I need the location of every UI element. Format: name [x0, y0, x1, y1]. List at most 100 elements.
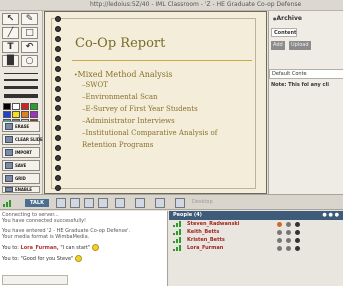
chat-message: Your media format is WimbaMedia.: [2, 234, 90, 240]
chat-input[interactable]: [2, 275, 68, 285]
hand-raise-icon[interactable]: [84, 198, 94, 208]
people-header: People (4) ● ● ●: [169, 211, 343, 220]
status-icon: [286, 221, 291, 227]
folder-note: Note: This fol any cli: [271, 82, 329, 88]
people-panel: People (4) ● ● ● Steven_Radwanski Keith_…: [169, 211, 343, 286]
smiley-icon: [74, 255, 82, 262]
status-icon: [295, 237, 300, 243]
toolbar-row-4: █ ○: [2, 55, 40, 67]
status-icon: [286, 237, 291, 243]
ring-icon: [55, 105, 61, 112]
import-icon: [5, 149, 13, 156]
color-swatch[interactable]: [30, 111, 38, 118]
binder-rings: [55, 16, 63, 191]
shape-icon[interactable]: □: [21, 27, 38, 39]
talk-button[interactable]: TALK: [25, 199, 49, 207]
ring-icon: [55, 95, 61, 102]
ring-icon: [55, 155, 61, 162]
archive-radio[interactable]: Archive: [273, 15, 302, 22]
participant-row[interactable]: Kristen_Betts: [169, 236, 343, 244]
color-swatch[interactable]: [30, 103, 38, 110]
add-button[interactable]: Add: [271, 41, 285, 50]
status-icon: [277, 221, 282, 227]
status-icon: [277, 229, 282, 235]
signal-icon: [173, 221, 183, 227]
clear-icon: [5, 136, 13, 143]
participant-row[interactable]: Keith_Betts: [169, 228, 343, 236]
title-divider: [72, 60, 252, 61]
color-swatch[interactable]: [21, 111, 29, 118]
line-width-thick[interactable]: [4, 86, 38, 89]
ring-icon: [55, 135, 61, 142]
grid-button[interactable]: GRID: [2, 173, 40, 184]
ring-icon: [55, 55, 61, 62]
keyboard-icon[interactable]: [135, 198, 145, 208]
chat-message: You to: Lora_Furman, "I can start": [2, 244, 165, 251]
presentation-slide[interactable]: Co-Op Report Mixed Method Analysis SWOT …: [44, 11, 267, 194]
ring-icon: [55, 16, 61, 22]
undo-icon[interactable]: ↶: [21, 41, 38, 53]
participant-row[interactable]: Lora_Furman: [169, 244, 343, 252]
enable-button[interactable]: ENABLE: [2, 186, 40, 193]
slide-subitem: E-Survey of First Year Students: [82, 103, 250, 115]
color-swatch[interactable]: [12, 103, 20, 110]
people-tools-icon[interactable]: ● ● ●: [322, 212, 339, 219]
signal-icon: [3, 199, 17, 207]
default-content-item[interactable]: Default Conte: [269, 69, 343, 79]
tab-content[interactable]: Content: [271, 28, 297, 37]
ring-icon: [55, 165, 61, 172]
participant-status: [277, 221, 300, 227]
line-icon[interactable]: ╱: [2, 27, 19, 39]
ring-icon: [55, 184, 61, 191]
ring-icon: [55, 75, 61, 82]
line-width-thin[interactable]: [4, 73, 38, 74]
pointer-icon[interactable]: ↖: [2, 13, 19, 25]
volume-icon[interactable]: [56, 198, 66, 208]
clear-slide-button[interactable]: CLEAR SLIDE: [2, 134, 43, 145]
ring-icon: [55, 115, 61, 122]
status-icon: [277, 245, 282, 251]
grid-view-icon[interactable]: [155, 198, 165, 208]
chat-message: You to: "Good for you Steve": [2, 255, 165, 262]
toolbar-row-1: ↖ ✎: [2, 13, 40, 25]
participant-status: [277, 229, 300, 235]
slide-subitem: SWOT: [82, 79, 250, 91]
smiley-icon: [91, 244, 99, 251]
slide-subitem: Administrator Interviews: [82, 115, 250, 127]
ring-icon: [55, 125, 61, 132]
slide-title: Co-Op Report: [75, 36, 166, 51]
slide-bullet: Mixed Method Analysis: [74, 70, 250, 79]
status-icon: [295, 221, 300, 227]
signal-icon: [173, 245, 183, 251]
grid-icon: [5, 175, 13, 182]
erase-icon: [5, 123, 13, 130]
upload-button[interactable]: Upload: [289, 41, 311, 50]
pencil-icon[interactable]: ✎: [21, 13, 38, 25]
save-button[interactable]: SAVE: [2, 160, 40, 171]
color-swatch[interactable]: [3, 111, 11, 118]
signal-icon: [173, 229, 183, 235]
participant-status: [277, 245, 300, 251]
participant-row[interactable]: Steven_Radwanski: [169, 220, 343, 228]
text-icon[interactable]: T: [2, 41, 19, 53]
toolbar-row-3: T ↶: [2, 41, 40, 53]
color-swatch[interactable]: [12, 111, 20, 118]
line-width-heavy[interactable]: [4, 94, 38, 98]
erase-button[interactable]: ERASE: [2, 121, 40, 132]
highlighter-icon[interactable]: █: [2, 55, 19, 67]
import-button[interactable]: IMPORT: [2, 147, 40, 158]
webcam-icon[interactable]: [115, 198, 125, 208]
mic-level-icon[interactable]: [70, 198, 80, 208]
ellipse-icon[interactable]: ○: [21, 55, 38, 67]
line-width-medium[interactable]: [4, 79, 38, 81]
participant-status: [277, 237, 300, 243]
drawing-toolbar: ↖ ✎ ╱ □ T ↶ █ ○ ERASE CLEAR SLIDE IMPORT…: [0, 11, 43, 194]
status-icon: [295, 245, 300, 251]
lock-icon[interactable]: [98, 198, 108, 208]
url-text: http://ledoius:5Z/40 - IML Classroom - '…: [90, 1, 302, 8]
url-bar[interactable]: http://ledoius:5Z/40 - IML Classroom - '…: [0, 0, 343, 11]
color-swatch[interactable]: [3, 103, 11, 110]
status-icon: [277, 237, 282, 243]
color-swatch[interactable]: [21, 103, 29, 110]
desktop-share-icon[interactable]: [175, 198, 185, 208]
